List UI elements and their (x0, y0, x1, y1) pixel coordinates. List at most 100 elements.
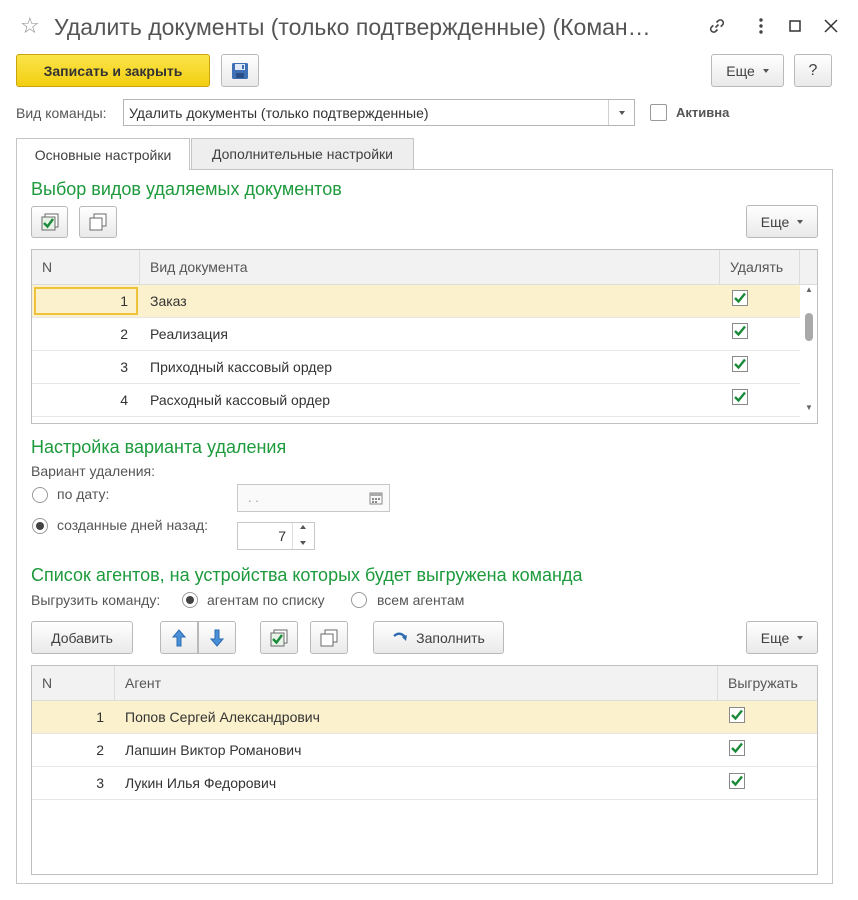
by-date-value: . . (248, 490, 259, 505)
table-row[interactable]: 3 Лукин Илья Федорович (32, 767, 817, 800)
col-n-header[interactable]: N (32, 666, 115, 701)
chevron-down-icon (797, 219, 804, 224)
col-upload-header[interactable]: Выгружать (718, 666, 817, 701)
link-icon[interactable] (706, 14, 728, 38)
agents-uncheck-all-button[interactable] (310, 621, 348, 654)
doc-types-table[interactable]: N Вид документа Удалять 1 Заказ 2 Реализ… (31, 249, 818, 424)
arrow-up-icon (172, 628, 186, 646)
uncheck-all-icon (320, 629, 338, 646)
col-delete-header[interactable]: Удалять (720, 250, 800, 285)
row-delete-checkbox[interactable] (732, 290, 748, 306)
upload-label: Выгрузить команду: (31, 592, 161, 608)
check-all-button[interactable] (31, 206, 68, 238)
stepper-buttons[interactable] (292, 523, 314, 549)
all-agents-label: всем агентам (377, 592, 465, 608)
row-n: 1 (96, 709, 104, 725)
all-agents-radio[interactable] (351, 592, 367, 608)
table-row[interactable]: 2 Реализация (32, 318, 800, 351)
table-row[interactable]: 4 Расходный кассовый ордер (32, 384, 800, 417)
deletion-section-title: Настройка варианта удаления (31, 437, 287, 457)
maximize-icon[interactable] (784, 14, 806, 38)
command-type-select[interactable]: Удалить документы (только подтвержденные… (123, 99, 635, 126)
col-doc-header[interactable]: Вид документа (140, 250, 720, 285)
fill-button[interactable]: Заполнить (373, 621, 504, 654)
agents-check-all-button[interactable] (260, 621, 298, 654)
row-delete-checkbox[interactable] (732, 323, 748, 339)
stepper-down-icon[interactable] (300, 541, 306, 545)
scroll-up-icon[interactable]: ▲ (805, 285, 813, 294)
agents-table[interactable]: N Агент Выгружать 1 Попов Сергей Алексан… (31, 665, 818, 875)
days-ago-value: 7 (278, 528, 286, 544)
row-doc: Реализация (150, 326, 228, 342)
row-n: 4 (120, 392, 128, 408)
row-agent: Попов Сергей Александрович (125, 709, 320, 725)
row-delete-checkbox[interactable] (732, 356, 748, 372)
save-and-close-button[interactable]: Записать и закрыть (16, 54, 210, 87)
row-n: 3 (96, 775, 104, 791)
arrow-down-icon (210, 629, 224, 647)
move-up-button[interactable] (160, 621, 198, 654)
table-row[interactable]: 2 Лапшин Виктор Романович (32, 734, 817, 767)
row-delete-checkbox[interactable] (732, 389, 748, 405)
by-date-label: по дату: (57, 486, 110, 502)
command-type-label: Вид команды: (16, 105, 107, 121)
tab-additional-settings[interactable]: Дополнительные настройки (191, 138, 414, 169)
row-n: 1 (120, 293, 128, 309)
stepper-up-icon[interactable] (300, 525, 306, 529)
active-checkbox[interactable] (650, 104, 667, 121)
agents-more-button[interactable]: Еще (746, 621, 818, 654)
agents-section-title: Список агентов, на устройства которых бу… (31, 565, 583, 585)
doc-more-label: Еще (760, 213, 790, 230)
more-vertical-icon[interactable] (750, 14, 772, 38)
row-agent: Лапшин Виктор Романович (125, 742, 302, 758)
window-title: Удалить документы (только подтвержденные… (54, 14, 651, 40)
chevron-down-icon (797, 635, 804, 640)
active-label: Активна (676, 105, 730, 120)
uncheck-all-icon (89, 213, 107, 231)
col-n-header[interactable]: N (32, 250, 140, 285)
scrollbar-thumb[interactable] (805, 313, 813, 341)
scrollbar[interactable]: ▲ ▼ (802, 285, 817, 423)
move-down-button[interactable] (198, 621, 236, 654)
tab-main-settings[interactable]: Основные настройки (16, 138, 190, 170)
dropdown-button[interactable] (608, 100, 634, 125)
check-all-icon (41, 213, 58, 231)
row-upload-checkbox[interactable] (729, 707, 745, 723)
by-date-radio[interactable] (32, 487, 48, 503)
refresh-arrow-icon (393, 632, 408, 641)
row-agent: Лукин Илья Федорович (125, 775, 277, 791)
days-ago-radio[interactable] (32, 518, 48, 534)
calendar-icon[interactable] (369, 491, 383, 505)
doc-more-button[interactable]: Еще (746, 205, 818, 238)
chevron-down-icon (618, 110, 625, 115)
days-ago-label: созданные дней назад: (57, 517, 209, 533)
row-n: 2 (96, 742, 104, 758)
save-button[interactable] (221, 54, 259, 87)
row-upload-checkbox[interactable] (729, 773, 745, 789)
table-header: N Вид документа Удалять (32, 250, 817, 285)
scroll-down-icon[interactable]: ▼ (805, 403, 813, 412)
days-ago-stepper[interactable]: 7 (237, 522, 315, 550)
col-agent-header[interactable]: Агент (115, 666, 718, 701)
by-date-input[interactable]: . . (237, 484, 390, 512)
table-row[interactable]: 1 Заказ (32, 285, 800, 318)
more-button-label: Еще (726, 62, 755, 79)
close-icon[interactable] (820, 14, 842, 38)
uncheck-all-button[interactable] (79, 206, 117, 238)
more-button[interactable]: Еще (711, 54, 784, 87)
table-row[interactable]: 3 Приходный кассовый ордер (32, 351, 800, 384)
row-doc: Приходный кассовый ордер (150, 359, 333, 375)
row-upload-checkbox[interactable] (729, 740, 745, 756)
by-list-radio[interactable] (182, 592, 198, 608)
add-agent-button[interactable]: Добавить (31, 621, 133, 654)
row-n: 2 (120, 326, 128, 342)
star-icon[interactable]: ☆ (20, 13, 40, 39)
table-row[interactable]: 1 Попов Сергей Александрович (32, 701, 817, 734)
table-header: N Агент Выгружать (32, 666, 817, 701)
fill-button-label: Заполнить (416, 629, 485, 646)
doc-section-title: Выбор видов удаляемых документов (31, 179, 342, 199)
radio-selected-dot (36, 522, 44, 530)
radio-selected-dot (186, 596, 194, 604)
help-button[interactable]: ? (794, 54, 832, 87)
deletion-variant-label: Вариант удаления: (31, 463, 156, 479)
